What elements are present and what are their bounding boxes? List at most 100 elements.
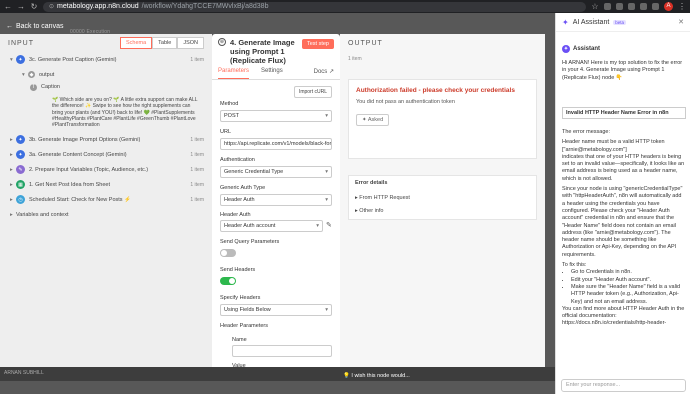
send-headers-toggle[interactable] [220, 277, 236, 285]
error-details: Error details ▸ From HTTP Request ▸ Othe… [348, 175, 537, 220]
message-paragraph: The error message: [562, 129, 610, 135]
node-title[interactable]: 4. Generate Image using Prompt 1 (Replic… [230, 38, 306, 65]
docs-link[interactable]: Docs ↗ [314, 68, 334, 79]
input-node-row[interactable]: ▸ ✦ 3a. Generate Content Concept (Gemini… [0, 147, 212, 162]
assistant-header: ✦ Assistant [562, 45, 600, 53]
other-info-row[interactable]: ▸ Other info [355, 208, 383, 214]
authentication-select[interactable]: Generic Credential Type [220, 166, 332, 178]
extension-icon[interactable] [652, 3, 659, 10]
error-title: Authorization failed - please check your… [356, 87, 515, 94]
edit-fields-icon: ✎ [16, 165, 25, 174]
error-details-title: Error details [355, 180, 388, 186]
import-curl-button[interactable]: Import cURL [293, 86, 332, 98]
output-title: OUTPUT [348, 40, 383, 47]
docs-link[interactable]: https://docs.n8n.io/credentials/http-hea… [562, 320, 686, 327]
tab-table[interactable]: Table [152, 37, 178, 49]
message-paragraph: indicates that one of your HTTP headers … [562, 153, 685, 182]
other-info-label: Other info [359, 208, 384, 214]
arrow-left-icon: ← [6, 23, 13, 30]
schedule-clock-icon: ◷ [16, 195, 25, 204]
node-label: 3c. Generate Post Caption (Gemini) [29, 56, 117, 63]
back-arrow-icon[interactable]: ← [4, 2, 12, 11]
variables-context-row[interactable]: ▸ Variables and context [0, 207, 212, 222]
header-name-label: Name [232, 337, 247, 343]
fix-steps-list: Go to Credentials in n8n. Edit your "Hea… [562, 269, 686, 305]
list-item: Go to Credentials in n8n. [571, 269, 686, 276]
text-type-icon: T [30, 83, 37, 91]
message-paragraph: To fix this: [562, 262, 587, 269]
ai-assistant-panel: ✦ AI Assistant beta ✕ ✦ Assistant Hi ARN… [555, 13, 690, 394]
pencil-icon[interactable]: ✎ [326, 221, 332, 229]
specify-headers-select[interactable]: Using Fields Below [220, 304, 332, 316]
site-info-icon[interactable]: ⊙ [49, 2, 54, 12]
output-panel: OUTPUT 1 item Authorization failed - ple… [340, 34, 545, 367]
assistant-intro: Hi ARNAN! Here is my top solution to fix… [562, 60, 683, 81]
test-step-button[interactable]: Test step [301, 39, 334, 49]
from-http-request-row[interactable]: ▸ From HTTP Request [355, 195, 410, 201]
input-panel: INPUT Schema Table JSON ▾ ✦ 3c. Generate… [0, 34, 212, 367]
user-label: ARNAN SUBHILL [4, 370, 44, 376]
header-name-input[interactable] [232, 345, 332, 357]
gemini-icon: ✦ [16, 135, 25, 144]
method-label: Method [220, 101, 239, 107]
extension-icon[interactable] [604, 3, 611, 10]
output-item-count: 1 item [348, 56, 362, 62]
input-title: INPUT [8, 39, 34, 47]
header-auth-select[interactable]: Header Auth account [220, 220, 323, 232]
google-sheets-icon: ▦ [16, 180, 25, 189]
node-label: 1. Get Next Post Idea from Sheet [29, 181, 111, 188]
gemini-icon: ✦ [16, 55, 25, 64]
tab-settings[interactable]: Settings [261, 68, 283, 79]
field-label: output [39, 71, 55, 78]
star-icon[interactable]: ☆ [591, 2, 599, 11]
solution-card-title: Invalid HTTP Header Name Error in n8n [562, 107, 686, 119]
extension-icon[interactable] [616, 3, 623, 10]
send-query-toggle[interactable] [220, 249, 236, 257]
assistant-name: Assistant [573, 46, 601, 52]
sparkle-icon: ✦ [562, 17, 569, 27]
tab-schema[interactable]: Schema [119, 37, 153, 49]
item-count: 1 item [190, 151, 204, 158]
method-select[interactable]: POST [220, 110, 332, 122]
extension-icon[interactable] [640, 3, 647, 10]
generic-auth-type-label: Generic Auth Type [220, 185, 266, 191]
asked-label: Asked [367, 117, 384, 123]
asked-button[interactable]: ✦ Asked [356, 114, 390, 126]
assistant-input[interactable]: Enter your response... [561, 379, 686, 392]
address-bar[interactable]: ⊙ metabology.app.n8n.cloud/workflow/Ydah… [43, 1, 586, 12]
authentication-label: Authentication [220, 157, 255, 163]
tab-json[interactable]: JSON [177, 37, 204, 49]
input-node-row[interactable]: ▸ ✎ 2. Prepare Input Variables (Topic, A… [0, 162, 212, 177]
message-paragraph: Header name must be a valid HTTP token [… [562, 139, 665, 153]
browser-toolbar: ← → ↻ ⊙ metabology.app.n8n.cloud/workflo… [0, 0, 690, 13]
list-item: Edit your "Header Auth account". [571, 277, 686, 284]
item-count: 1 item [190, 181, 204, 188]
url-input[interactable]: https://api.replicate.com/v1/models/blac… [220, 138, 332, 150]
input-node-row[interactable]: ▸ ◷ Scheduled Start: Check for New Posts… [0, 192, 212, 207]
close-icon[interactable]: ✕ [678, 18, 684, 26]
sparkle-icon: ✦ [362, 117, 367, 123]
back-to-canvas-button[interactable]: ← Back to canvas [6, 23, 63, 30]
input-node-row[interactable]: ▸ ✦ 3b. Generate Image Prompt Options (G… [0, 132, 212, 147]
caption-field-row[interactable]: T Caption [0, 82, 212, 92]
feedback-label: I wish this node would... [351, 373, 410, 379]
field-label: Caption [41, 84, 60, 90]
extension-icon[interactable] [628, 3, 635, 10]
forward-arrow-icon[interactable]: → [17, 2, 25, 11]
input-node-row[interactable]: ▸ ▦ 1. Get Next Post Idea from Sheet 1 i… [0, 177, 212, 192]
reload-icon[interactable]: ↻ [30, 2, 38, 11]
menu-icon[interactable]: ⋮ [678, 2, 686, 11]
profile-avatar[interactable]: A [664, 2, 673, 11]
url-domain: metabology.app.n8n.cloud [57, 2, 139, 10]
list-item: Make sure the "Header Name" field is a v… [571, 284, 686, 306]
generic-auth-type-select[interactable]: Header Auth [220, 194, 332, 206]
beta-badge: beta [613, 19, 627, 25]
output-field-row[interactable]: ▾ ◆ output [0, 67, 212, 82]
item-count: 1 item [190, 166, 204, 173]
feedback-link[interactable]: 💡 I wish this node would... [343, 373, 410, 379]
input-node-row[interactable]: ▾ ✦ 3c. Generate Post Caption (Gemini) 1… [0, 52, 212, 67]
assistant-avatar: ✦ [562, 45, 570, 53]
tab-parameters[interactable]: Parameters [218, 68, 250, 79]
message-paragraph: Since your node is using "genericCredent… [562, 186, 683, 258]
back-to-canvas-label: Back to canvas [16, 23, 64, 30]
